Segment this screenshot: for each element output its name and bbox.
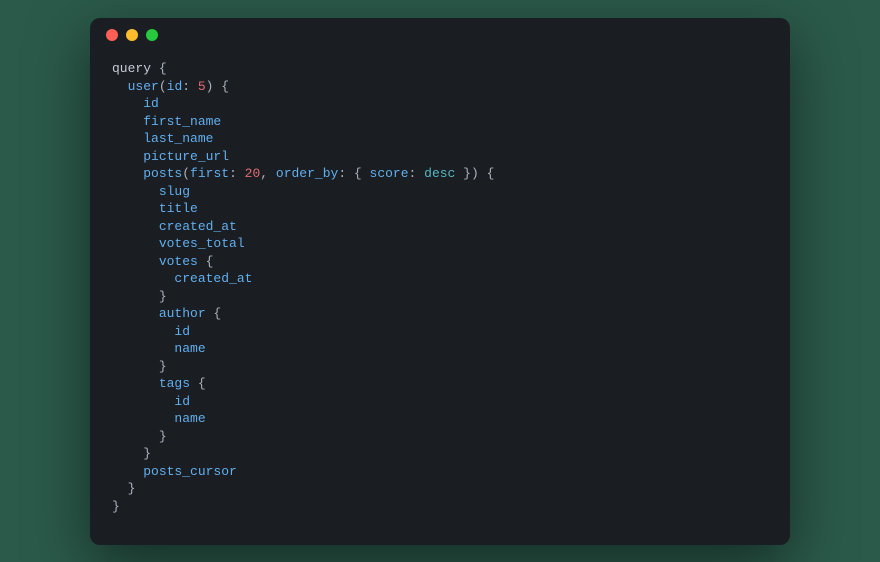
arg-first-value: 20 (245, 166, 261, 181)
brace-close: } (143, 446, 151, 461)
keyword-query: query (112, 61, 151, 76)
minimize-icon[interactable] (126, 29, 138, 41)
code-block: query { user(id: 5) { id first_name last… (90, 52, 790, 535)
brace-open: { (151, 61, 167, 76)
brace-close: } (159, 359, 167, 374)
field-posts-cursor: posts_cursor (143, 464, 237, 479)
field-author-name: name (174, 341, 205, 356)
field-id: id (143, 96, 159, 111)
code-window: query { user(id: 5) { id first_name last… (90, 18, 790, 545)
arg-score-key: score (370, 166, 409, 181)
field-author-id: id (174, 324, 190, 339)
brace-close: } (159, 289, 167, 304)
arg-orderby-key: order_by (276, 166, 338, 181)
brace-close: } (112, 499, 120, 514)
arg-first-key: first (190, 166, 229, 181)
field-tags: tags (159, 376, 190, 391)
arg-score-value: desc (424, 166, 455, 181)
field-title: title (159, 201, 198, 216)
field-last-name: last_name (143, 131, 213, 146)
brace-close: } (128, 481, 136, 496)
arg-id-value: 5 (198, 79, 206, 94)
field-created-at: created_at (159, 219, 237, 234)
brace-close: } (159, 429, 167, 444)
field-votes-created-at: created_at (174, 271, 252, 286)
field-tags-name: name (174, 411, 205, 426)
field-votes: votes (159, 254, 198, 269)
field-posts: posts (143, 166, 182, 181)
field-tags-id: id (174, 394, 190, 409)
field-first-name: first_name (143, 114, 221, 129)
window-titlebar (90, 18, 790, 52)
field-votes-total: votes_total (159, 236, 245, 251)
field-author: author (159, 306, 206, 321)
field-picture-url: picture_url (143, 149, 229, 164)
field-user: user (128, 79, 159, 94)
arg-id-key: id (167, 79, 183, 94)
zoom-icon[interactable] (146, 29, 158, 41)
close-icon[interactable] (106, 29, 118, 41)
field-slug: slug (159, 184, 190, 199)
